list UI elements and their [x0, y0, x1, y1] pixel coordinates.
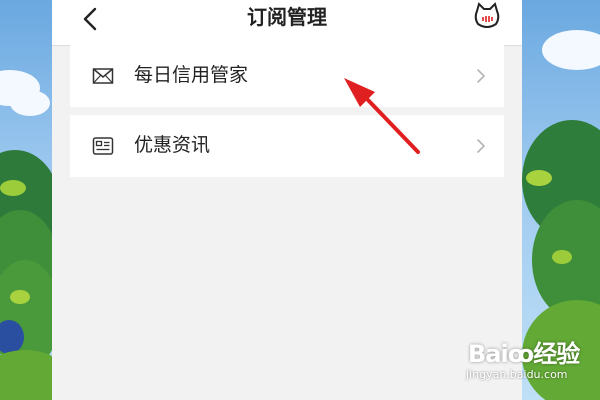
subscription-screen: 订阅管理 每日信用管家 优惠资讯 [52, 0, 522, 400]
paw-icon: ꝏ [507, 340, 535, 368]
watermark-brand: Baiꝏ经验 [468, 340, 580, 368]
watermark-url: jingyan.baidu.com [466, 368, 568, 381]
chevron-right-icon [477, 69, 485, 83]
top-bar: 订阅管理 [52, 0, 522, 46]
subscription-item-daily-credit[interactable]: 每日信用管家 [70, 45, 504, 107]
baidu-jingyan-watermark: Baiꝏ经验 jingyan.baidu.com [458, 328, 598, 388]
cat-face-icon [474, 2, 500, 28]
chevron-right-icon [477, 139, 485, 153]
newspaper-icon [92, 137, 114, 155]
page-title: 订阅管理 [247, 5, 327, 29]
cat-face-button[interactable] [472, 2, 502, 32]
background-scenery-left [0, 0, 52, 400]
envelope-icon [92, 68, 114, 84]
subscription-item-label: 优惠资讯 [134, 134, 211, 156]
subscription-item-label: 每日信用管家 [134, 64, 249, 86]
subscription-item-promotions[interactable]: 优惠资讯 [70, 115, 504, 177]
